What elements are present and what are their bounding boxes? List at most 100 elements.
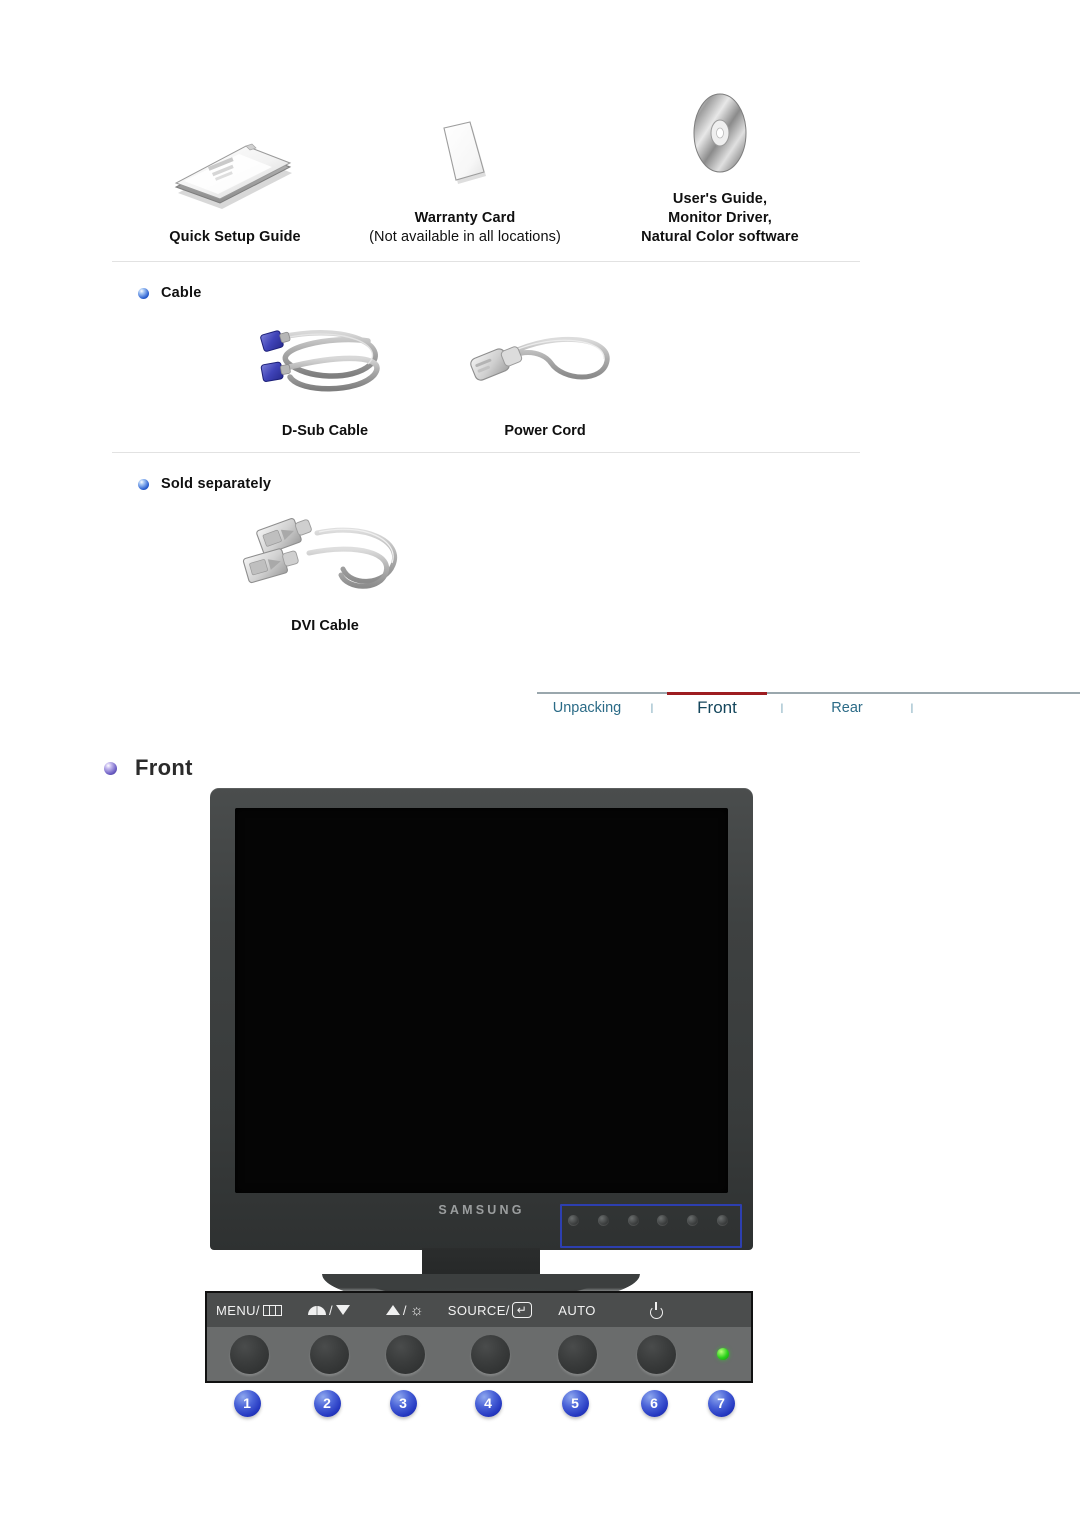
slash-separator: / bbox=[328, 1302, 333, 1318]
bezel-button-6[interactable] bbox=[716, 1214, 728, 1226]
section-header-front: Front bbox=[104, 755, 193, 781]
bezel-button-1[interactable] bbox=[568, 1214, 579, 1226]
callout-badge-1: 1 bbox=[233, 1389, 261, 1417]
control-button-slot-1 bbox=[207, 1334, 291, 1374]
source-label-text: SOURCE/ bbox=[447, 1302, 510, 1318]
menu-button[interactable] bbox=[229, 1334, 269, 1374]
callout-badge-7: 7 bbox=[707, 1389, 735, 1417]
control-label-up-brightness: / ☼ bbox=[367, 1303, 443, 1318]
cable-items-row: D-Sub Cable Power Cord bbox=[210, 318, 650, 439]
section-title: Cable bbox=[161, 285, 202, 301]
auto-button[interactable] bbox=[557, 1334, 597, 1374]
control-button-slot-4 bbox=[443, 1334, 537, 1374]
auto-label-text: AUTO bbox=[558, 1302, 596, 1318]
accessory-caption: User's Guide, Monitor Driver, Natural Co… bbox=[641, 190, 799, 247]
power-button[interactable] bbox=[636, 1334, 676, 1374]
enter-key-icon: ↵ bbox=[511, 1302, 533, 1318]
callout-slot-7: 7 bbox=[693, 1389, 749, 1417]
callout-slot-3: 3 bbox=[365, 1389, 441, 1417]
accessory-caption: Warranty Card (Not available in all loca… bbox=[369, 209, 561, 247]
tab-front[interactable]: Front bbox=[667, 698, 767, 718]
tabnav-items: Unpacking l Front l Rear l bbox=[537, 698, 927, 718]
control-panel-detail: MENU/ / / ☼ SOURCE/ ↵ AUTO bbox=[205, 1291, 753, 1383]
callout-slot-6: 6 bbox=[615, 1389, 693, 1417]
menu-osd-icon bbox=[262, 1304, 282, 1316]
menu-label-text: MENU/ bbox=[216, 1302, 260, 1318]
callout-badge-3: 3 bbox=[389, 1389, 417, 1417]
manual-booklet-icon bbox=[110, 118, 360, 228]
tab-separator: l bbox=[910, 700, 914, 716]
tab-separator: l bbox=[650, 700, 654, 716]
callout-slot-4: 4 bbox=[441, 1389, 535, 1417]
accessory-item-users-guide-cd: User's Guide, Monitor Driver, Natural Co… bbox=[570, 80, 870, 247]
cable-item-power-cord: Power Cord bbox=[440, 318, 650, 439]
tab-separator: l bbox=[780, 700, 784, 716]
tab-rear[interactable]: Rear bbox=[797, 700, 897, 716]
accessories-row: Quick Setup Guide Warranty Card (Not ava… bbox=[110, 80, 870, 247]
blue-bullet-icon bbox=[138, 478, 149, 490]
bezel-button-2[interactable] bbox=[597, 1214, 609, 1226]
contrast-down-button[interactable] bbox=[309, 1334, 349, 1374]
section-title: Sold separately bbox=[161, 476, 272, 492]
bezel-button-strip[interactable] bbox=[568, 1213, 728, 1227]
users-guide-line1: User's Guide, bbox=[672, 191, 768, 207]
slash-separator: / bbox=[402, 1302, 407, 1318]
blue-bullet-icon bbox=[138, 287, 149, 299]
control-label-power bbox=[617, 1301, 695, 1319]
warranty-card-title: Warranty Card bbox=[414, 210, 516, 226]
brightness-up-button[interactable] bbox=[385, 1334, 425, 1374]
callout-badge-5: 5 bbox=[561, 1389, 589, 1417]
page-title: Front bbox=[135, 755, 193, 780]
control-label-auto: AUTO bbox=[537, 1303, 617, 1318]
bezel-button-4[interactable] bbox=[657, 1214, 669, 1226]
users-guide-line2: Monitor Driver, bbox=[668, 210, 772, 226]
section-divider bbox=[112, 261, 860, 262]
cable-item-dsub: D-Sub Cable bbox=[210, 318, 440, 439]
callout-number-row: 1 2 3 4 5 6 7 bbox=[205, 1386, 753, 1420]
d-sub-cable-icon bbox=[240, 318, 410, 404]
accessory-item-quick-setup-guide: Quick Setup Guide bbox=[110, 118, 360, 247]
callout-slot-5: 5 bbox=[535, 1389, 615, 1417]
callout-badge-2: 2 bbox=[313, 1389, 341, 1417]
purple-bullet-icon bbox=[104, 761, 117, 775]
control-label-contrast-down: / bbox=[291, 1303, 367, 1318]
control-panel-labels: MENU/ / / ☼ SOURCE/ ↵ AUTO bbox=[207, 1293, 751, 1327]
cd-disc-icon bbox=[570, 80, 870, 190]
section-divider bbox=[112, 452, 860, 453]
callout-badge-6: 6 bbox=[640, 1389, 668, 1417]
tab-unpacking[interactable]: Unpacking bbox=[537, 700, 637, 716]
control-button-slot-7 bbox=[695, 1348, 751, 1360]
bezel-button-3[interactable] bbox=[627, 1214, 639, 1226]
bezel-button-5[interactable] bbox=[687, 1214, 699, 1226]
cable-caption: DVI Cable bbox=[291, 618, 359, 634]
control-button-slot-5 bbox=[537, 1334, 617, 1374]
section-header-sold-separately: Sold separately bbox=[138, 476, 271, 492]
control-panel-buttons bbox=[207, 1327, 751, 1381]
accessory-item-warranty-card: Warranty Card (Not available in all loca… bbox=[360, 99, 570, 247]
callout-badge-4: 4 bbox=[474, 1389, 502, 1417]
cable-caption: Power Cord bbox=[504, 423, 586, 439]
section-header-cable: Cable bbox=[138, 285, 202, 301]
accessory-caption: Quick Setup Guide bbox=[169, 229, 301, 245]
warranty-card-icon bbox=[360, 99, 570, 209]
section-tab-navigation: Unpacking l Front l Rear l bbox=[537, 692, 1080, 726]
users-guide-line3: Natural Color software bbox=[641, 229, 799, 245]
control-label-source-enter: SOURCE/ ↵ bbox=[443, 1302, 537, 1318]
power-led-indicator bbox=[717, 1348, 729, 1360]
power-icon bbox=[649, 1301, 664, 1319]
monitor-bezel: SAMSUNG bbox=[210, 788, 753, 1250]
control-button-slot-3 bbox=[367, 1334, 443, 1374]
monitor-screen bbox=[235, 808, 728, 1193]
source-enter-button[interactable] bbox=[470, 1334, 510, 1374]
triangle-down-icon bbox=[336, 1305, 350, 1315]
warranty-card-note: (Not available in all locations) bbox=[369, 229, 561, 245]
contrast-icon bbox=[307, 1305, 326, 1315]
control-button-slot-6 bbox=[617, 1334, 695, 1374]
power-cord-icon bbox=[455, 318, 635, 404]
control-label-menu: MENU/ bbox=[207, 1303, 291, 1318]
cable-item-dvi: DVI Cable bbox=[210, 510, 440, 634]
callout-slot-1: 1 bbox=[205, 1389, 289, 1417]
callout-slot-2: 2 bbox=[289, 1389, 365, 1417]
cable-caption: D-Sub Cable bbox=[281, 423, 369, 439]
control-button-slot-2 bbox=[291, 1334, 367, 1374]
